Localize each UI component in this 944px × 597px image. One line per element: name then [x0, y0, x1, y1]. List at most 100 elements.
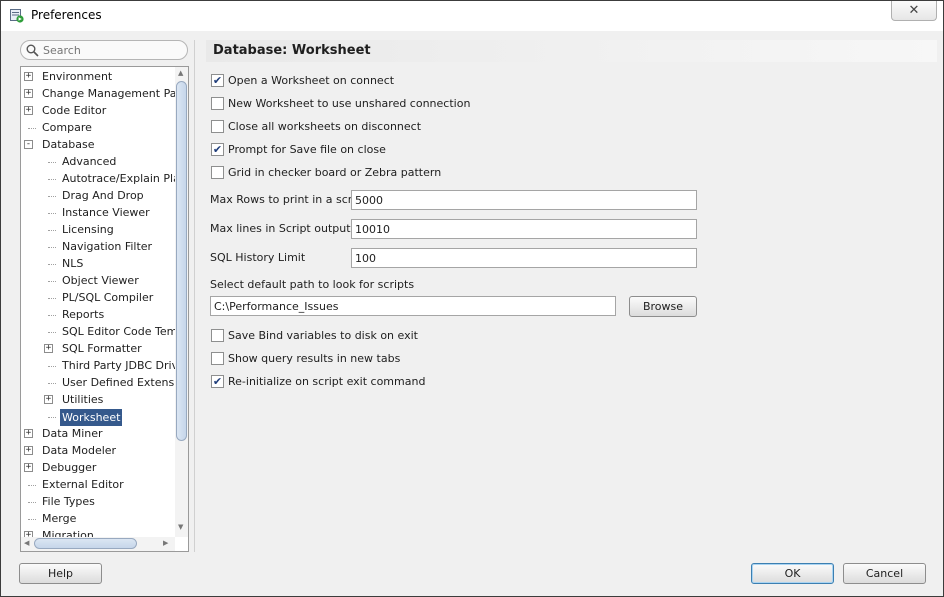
option-checkbox-row[interactable]: Show query results in new tabs — [211, 350, 400, 366]
checkbox-unchecked[interactable] — [211, 119, 224, 133]
browse-button[interactable]: Browse — [629, 296, 697, 317]
tree-connector — [28, 485, 36, 486]
tree-item[interactable]: PL/SQL Compiler — [21, 290, 175, 307]
tree-connector — [48, 264, 56, 265]
expand-icon[interactable]: + — [24, 89, 33, 98]
tree-item-label: External Editor — [42, 478, 124, 491]
tree-item[interactable]: Advanced — [21, 154, 175, 171]
tree-item[interactable]: + Utilities — [21, 392, 175, 409]
tree-item[interactable]: Drag And Drop — [21, 188, 175, 205]
horizontal-scroll-thumb[interactable] — [34, 538, 137, 549]
checkbox-checked[interactable]: ✔ — [211, 73, 224, 87]
tree-item[interactable]: + Code Editor — [21, 103, 175, 120]
tree-item[interactable]: Third Party JDBC Driver — [21, 358, 175, 375]
close-button[interactable]: ✕ — [891, 1, 937, 21]
tree-item[interactable]: Compare — [21, 120, 175, 137]
tree-item-label: PL/SQL Compiler — [62, 291, 154, 304]
scroll-up-icon[interactable]: ▲ — [178, 69, 183, 77]
max-rows-label: Max Rows to print in a script — [210, 193, 367, 206]
tree-item-label: Change Management Paran — [42, 87, 175, 100]
expand-icon[interactable]: + — [24, 106, 33, 115]
tree-item[interactable]: File Types — [21, 494, 175, 511]
pane-splitter[interactable] — [194, 40, 196, 552]
tree-item[interactable]: + SQL Formatter — [21, 341, 175, 358]
preferences-tree-panel: + Environment + Change Management Paran + Cod… — [20, 66, 189, 552]
max-lines-input[interactable] — [351, 219, 697, 239]
checkbox-unchecked[interactable] — [211, 96, 224, 110]
tree-connector — [48, 230, 56, 231]
option-label: New Worksheet to use unshared connection — [228, 96, 471, 110]
expand-icon[interactable]: + — [24, 463, 33, 472]
tree-item[interactable]: + Data Miner — [21, 426, 175, 443]
checkbox-checked[interactable]: ✔ — [211, 374, 224, 388]
option-checkbox-row[interactable]: Save Bind variables to disk on exit — [211, 327, 418, 343]
scroll-down-icon[interactable]: ▼ — [178, 523, 183, 531]
tree-item[interactable]: User Defined Extension — [21, 375, 175, 392]
option-checkbox-row[interactable]: Grid in checker board or Zebra pattern — [211, 164, 441, 180]
vertical-scroll-thumb[interactable] — [176, 81, 187, 441]
checkbox-checked[interactable]: ✔ — [211, 142, 224, 156]
horizontal-scrollbar[interactable]: ◀ ▶ — [21, 537, 175, 551]
checkbox-unchecked[interactable] — [211, 165, 224, 179]
option-checkbox-row[interactable]: ✔ Prompt for Save file on close — [211, 141, 386, 157]
tree-item[interactable]: + Debugger — [21, 460, 175, 477]
title-bar: Preferences ✕ — [1, 1, 943, 31]
search-input[interactable] — [43, 42, 183, 58]
tree-item-label: Advanced — [62, 155, 117, 168]
option-label: Prompt for Save file on close — [228, 142, 386, 156]
script-path-input[interactable] — [210, 296, 616, 316]
tree-item-label: Third Party JDBC Driver — [62, 359, 175, 372]
preferences-dialog: Preferences ✕ + Environment + Change Manage… — [0, 0, 944, 597]
tree-item[interactable]: Reports — [21, 307, 175, 324]
tree-connector — [48, 247, 56, 248]
tree-item[interactable]: Merge — [21, 511, 175, 528]
tree-item-label: Data Miner — [42, 427, 103, 440]
tree-item-label: User Defined Extension — [62, 376, 175, 389]
scroll-right-icon[interactable]: ▶ — [163, 539, 168, 547]
tree-item[interactable]: NLS — [21, 256, 175, 273]
expand-icon[interactable]: + — [24, 429, 33, 438]
tree-item[interactable]: External Editor — [21, 477, 175, 494]
checkbox-unchecked[interactable] — [211, 351, 224, 365]
tree-item[interactable]: - Database — [21, 137, 175, 154]
tree-connector — [48, 383, 56, 384]
option-checkbox-row[interactable]: New Worksheet to use unshared connection — [211, 95, 470, 111]
page-title: Database: Worksheet — [206, 40, 937, 62]
search-box[interactable] — [20, 40, 188, 60]
tree-item[interactable]: + Data Modeler — [21, 443, 175, 460]
tree-item[interactable]: SQL Editor Code Templa — [21, 324, 175, 341]
expand-icon[interactable]: + — [44, 344, 53, 353]
help-button[interactable]: Help — [19, 563, 102, 584]
expand-icon[interactable]: + — [24, 72, 33, 81]
expand-icon[interactable]: + — [44, 395, 53, 404]
tree-item-label: Code Editor — [42, 104, 107, 117]
sql-history-input[interactable] — [351, 248, 697, 268]
expand-icon[interactable]: + — [24, 446, 33, 455]
checkbox-unchecked[interactable] — [211, 328, 224, 342]
scroll-left-icon[interactable]: ◀ — [24, 539, 29, 547]
max-lines-label: Max lines in Script output — [210, 222, 351, 235]
option-checkbox-row[interactable]: ✔ Open a Worksheet on connect — [211, 72, 394, 88]
tree-item[interactable]: Object Viewer — [21, 273, 175, 290]
tree-item[interactable]: Licensing — [21, 222, 175, 239]
tree-item[interactable]: Autotrace/Explain Plan — [21, 171, 175, 188]
tree-item[interactable]: Worksheet — [21, 409, 175, 426]
preferences-app-icon — [10, 9, 24, 23]
option-checkbox-row[interactable]: Close all worksheets on disconnect — [211, 118, 421, 134]
tree-item[interactable]: Instance Viewer — [21, 205, 175, 222]
tree-item[interactable]: Navigation Filter — [21, 239, 175, 256]
cancel-button[interactable]: Cancel — [843, 563, 926, 584]
ok-button[interactable]: OK — [751, 563, 834, 584]
window-title: Preferences — [31, 8, 102, 22]
max-rows-input[interactable] — [351, 190, 697, 210]
tree-item[interactable]: + Change Management Paran — [21, 86, 175, 103]
tree-connector — [48, 162, 56, 163]
collapse-icon[interactable]: - — [24, 140, 33, 149]
tree-item[interactable]: + Migration — [21, 528, 175, 537]
tree-item[interactable]: + Environment — [21, 69, 175, 86]
tree-item-label: Instance Viewer — [62, 206, 150, 219]
vertical-scrollbar[interactable]: ▲ ▼ — [175, 67, 188, 537]
option-label: Open a Worksheet on connect — [228, 73, 395, 87]
tree-connector — [48, 213, 56, 214]
option-checkbox-row[interactable]: ✔ Re-initialize on script exit command — [211, 373, 425, 389]
